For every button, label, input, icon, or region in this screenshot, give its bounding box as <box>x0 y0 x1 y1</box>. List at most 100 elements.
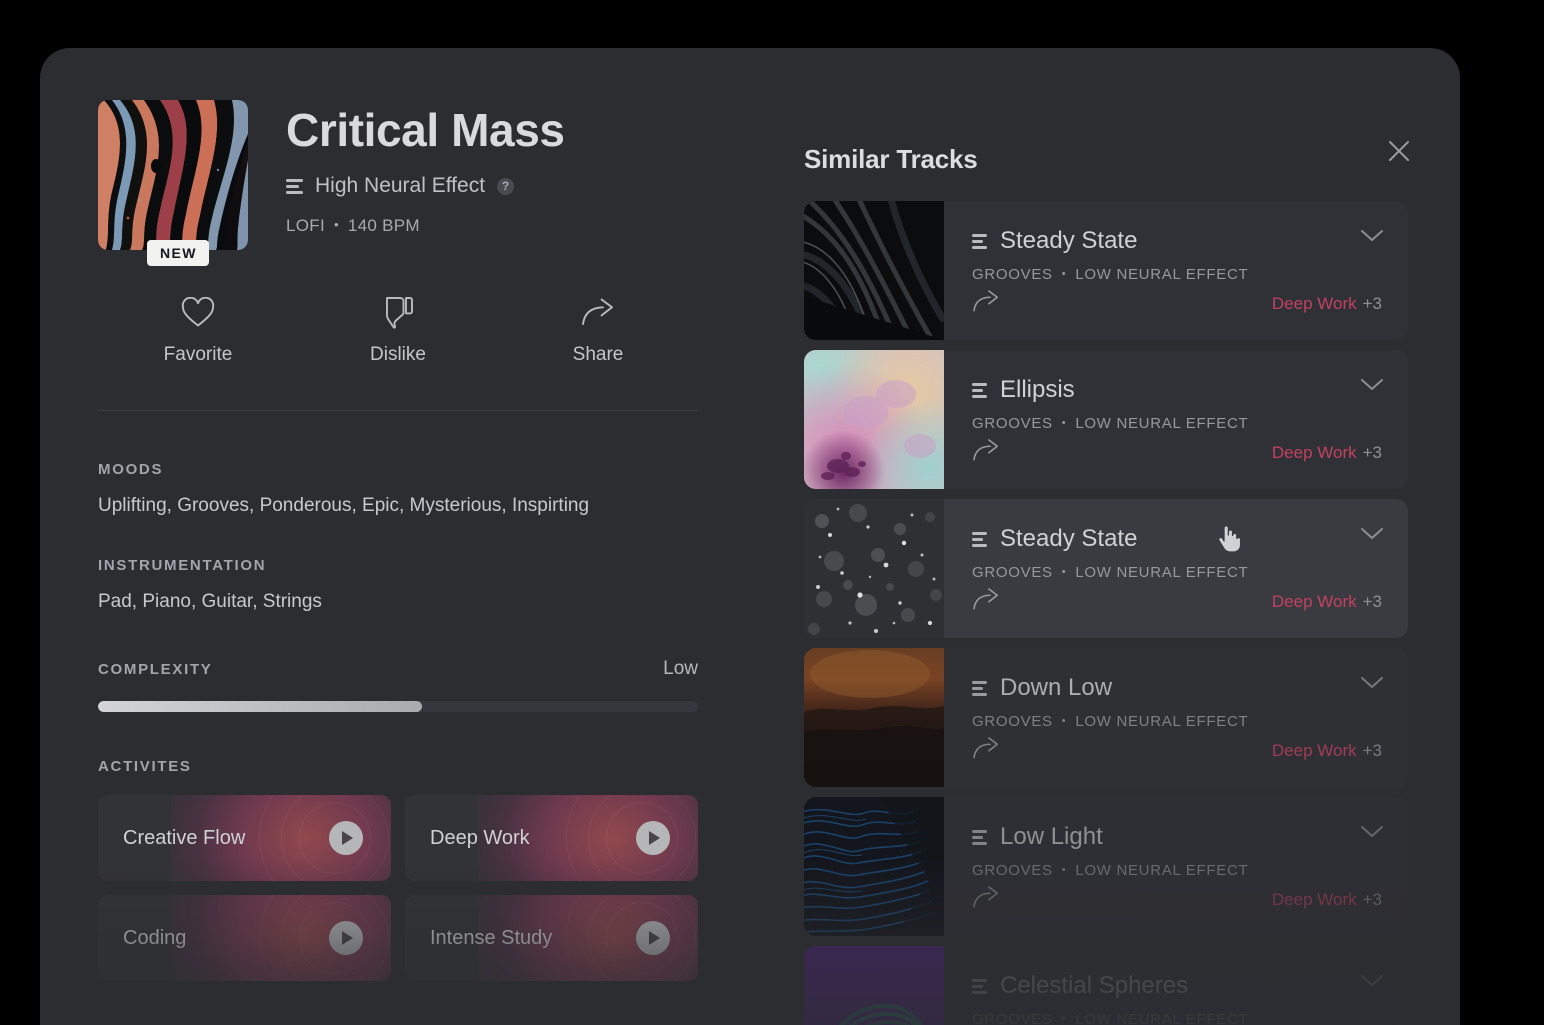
tag-label: Deep Work <box>1271 293 1357 313</box>
track-thumbnail <box>804 946 944 1025</box>
meta-separator: • <box>1061 417 1067 429</box>
neural-level-icon <box>972 829 987 845</box>
expand-button[interactable] <box>1360 676 1384 695</box>
chevron-down-icon <box>1361 230 1383 241</box>
share-icon <box>581 294 615 330</box>
track-row[interactable]: Celestial Spheres GROOVES • LOW NEURAL EFF… <box>804 946 1408 1025</box>
track-row[interactable]: Ellipsis GROOVES • LOW NEURAL EFFECT Dee… <box>804 350 1408 489</box>
moods-section: MOODS Uplifting, Grooves, Ponderous, Epi… <box>98 461 752 517</box>
share-icon <box>973 290 998 312</box>
bpm-label: 140 BPM <box>347 216 420 236</box>
play-icon <box>342 931 353 945</box>
page-title: Critical Mass <box>286 104 565 156</box>
track-meta: GROOVES • LOW NEURAL EFFECT <box>972 564 1382 581</box>
share-button[interactable] <box>972 289 1000 318</box>
share-button[interactable] <box>972 736 1000 765</box>
album-art <box>98 100 248 250</box>
moods-value: Uplifting, Grooves, Ponderous, Epic, Mys… <box>98 495 590 516</box>
status-badge: Deep Work +3 <box>1272 294 1382 314</box>
track-meta: LOFI • 140 BPM <box>286 216 565 236</box>
track-meta: GROOVES • LOW NEURAL EFFECT <box>972 1011 1382 1025</box>
track-category: GROOVES <box>972 713 1053 730</box>
share-button[interactable] <box>972 438 1000 467</box>
tag-more: +3 <box>1362 293 1382 313</box>
chevron-down-icon <box>1361 677 1383 688</box>
neural-level-icon <box>972 978 987 994</box>
chevron-down-icon <box>1361 528 1383 539</box>
expand-button[interactable] <box>1360 378 1384 397</box>
complexity-section: COMPLEXITY Low <box>98 658 698 712</box>
status-badge: Deep Work +3 <box>1272 443 1382 463</box>
dislike-button[interactable]: Dislike <box>298 294 498 366</box>
neural-level-icon <box>972 680 987 696</box>
track-category: GROOVES <box>972 564 1053 581</box>
instrumentation-value: Pad, Piano, Guitar, Strings <box>98 591 322 612</box>
track-detail-pane: NEW Critical Mass High Neural Effect ? L… <box>40 48 752 1025</box>
share-icon <box>973 588 998 610</box>
track-detail-modal: NEW Critical Mass High Neural Effect ? L… <box>40 48 1460 1025</box>
track-row[interactable]: Steady State GROOVES • LOW NEURAL EFFECT <box>804 201 1408 340</box>
play-button[interactable] <box>329 921 363 955</box>
share-button[interactable] <box>972 885 1000 914</box>
tag-label: Deep Work <box>1271 591 1357 611</box>
expand-button[interactable] <box>1360 229 1384 248</box>
track-category: GROOVES <box>972 862 1053 879</box>
new-badge: NEW <box>147 240 209 266</box>
genre-label: LOFI <box>286 216 325 236</box>
complexity-label: COMPLEXITY <box>98 661 213 678</box>
activity-card[interactable]: Creative Flow <box>98 795 391 881</box>
activity-card[interactable]: Intense Study <box>405 895 698 981</box>
instrumentation-label: INSTRUMENTATION <box>98 557 267 574</box>
chevron-down-icon <box>1361 975 1383 986</box>
complexity-fill <box>98 701 422 712</box>
track-row[interactable]: Steady State GROOVES • LOW NEURAL EFFECT <box>804 499 1408 638</box>
track-effect: LOW NEURAL EFFECT <box>1075 415 1249 432</box>
tag-label: Deep Work <box>1271 442 1357 462</box>
instrumentation-section: INSTRUMENTATION Pad, Piano, Guitar, Stri… <box>98 557 752 613</box>
track-name: Ellipsis <box>1000 376 1075 403</box>
track-row[interactable]: Down Low GROOVES • LOW NEURAL EFFECT Dee… <box>804 648 1408 787</box>
close-button[interactable] <box>1382 134 1416 168</box>
play-button[interactable] <box>329 821 363 855</box>
track-thumbnail <box>804 350 944 489</box>
share-button[interactable]: Share <box>498 294 698 366</box>
meta-separator: • <box>1061 566 1067 578</box>
play-button[interactable] <box>636 821 670 855</box>
meta-separator: • <box>1061 864 1067 876</box>
expand-button[interactable] <box>1360 527 1384 546</box>
play-button[interactable] <box>636 921 670 955</box>
neural-effect-label: High Neural Effect <box>315 174 486 198</box>
help-icon[interactable]: ? <box>497 177 515 195</box>
play-icon <box>649 831 660 845</box>
neural-level-icon <box>972 531 987 547</box>
share-button[interactable] <box>972 587 1000 616</box>
activities-grid: Creative Flow Deep Work Coding Intense S… <box>98 795 698 981</box>
meta-separator: • <box>334 217 339 233</box>
activity-card[interactable]: Coding <box>98 895 391 981</box>
activity-label: Deep Work <box>430 826 530 849</box>
activities-label: ACTIVITES <box>98 758 192 775</box>
play-icon <box>342 831 353 845</box>
track-effect: LOW NEURAL EFFECT <box>1075 564 1249 581</box>
track-effect: LOW NEURAL EFFECT <box>1075 862 1249 879</box>
heart-icon <box>181 294 215 330</box>
track-row[interactable]: Low Light GROOVES • LOW NEURAL EFFECT De… <box>804 797 1408 936</box>
share-icon <box>973 737 998 759</box>
expand-button[interactable] <box>1360 974 1384 993</box>
close-icon <box>1389 141 1409 161</box>
favorite-button[interactable]: Favorite <box>98 294 298 366</box>
thumbs-down-icon <box>383 294 413 330</box>
meta-separator: • <box>1061 715 1067 727</box>
activity-label: Coding <box>123 926 187 949</box>
status-badge: Deep Work +3 <box>1272 890 1382 910</box>
expand-button[interactable] <box>1360 825 1384 844</box>
complexity-slider[interactable] <box>98 701 698 712</box>
meta-separator: • <box>1061 1013 1067 1025</box>
track-thumbnail <box>804 499 944 638</box>
action-bar: Favorite Dislike Share <box>98 294 698 366</box>
complexity-value: Low <box>663 658 698 679</box>
activity-card[interactable]: Deep Work <box>405 795 698 881</box>
track-meta: GROOVES • LOW NEURAL EFFECT <box>972 415 1382 432</box>
chevron-down-icon <box>1361 379 1383 390</box>
share-label: Share <box>572 344 624 365</box>
